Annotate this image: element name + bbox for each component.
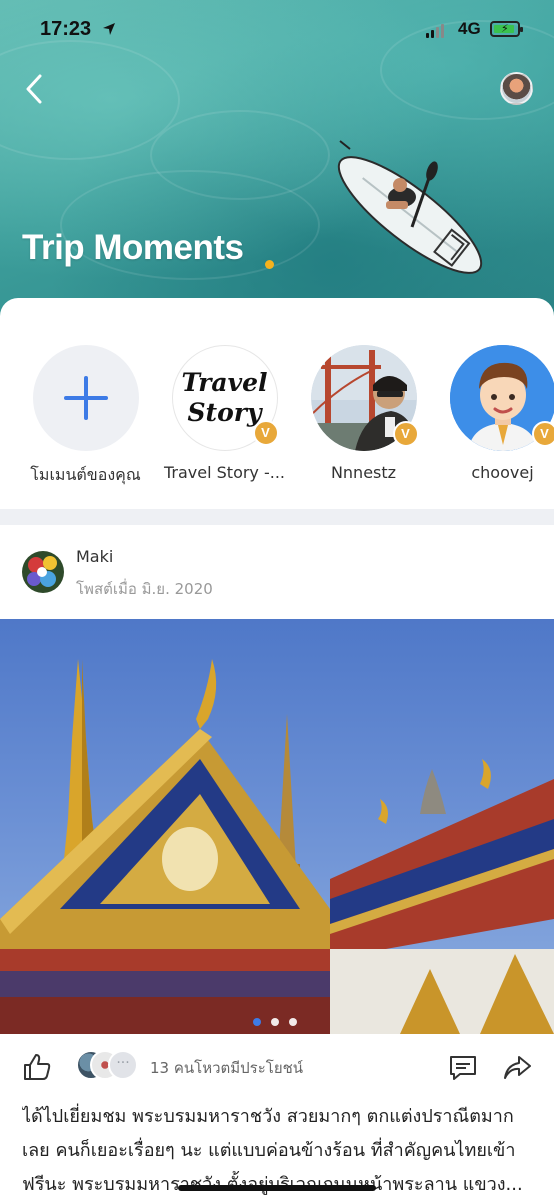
status-bar: 17:23 4G ⚡ xyxy=(0,0,554,60)
page-title: Trip Moments xyxy=(22,228,244,267)
author-avatar[interactable] xyxy=(22,551,64,593)
title-dot xyxy=(265,260,274,269)
stories-row[interactable]: โมเมนต์ของคุณ Travel Story V Travel Stor… xyxy=(0,345,554,495)
story-travel-story[interactable]: Travel Story V Travel Story -... xyxy=(157,345,292,482)
story-nnnestz[interactable]: V Nnnestz xyxy=(296,345,431,482)
vote-count-text: 13 คนโหวตมีประโยชน์ xyxy=(150,1059,304,1077)
pager-dot[interactable] xyxy=(271,1018,279,1026)
voter-avatars[interactable]: ··· xyxy=(76,1050,140,1082)
thumbs-up-icon[interactable] xyxy=(22,1052,52,1082)
post-actions: ··· 13 คนโหวตมีประโยชน์ xyxy=(0,1034,554,1096)
home-indicator[interactable] xyxy=(178,1185,376,1191)
signal-icon xyxy=(426,24,444,38)
network-label: 4G xyxy=(458,19,481,38)
choovej-avatar[interactable]: V xyxy=(449,345,554,451)
back-chevron-icon[interactable] xyxy=(18,70,52,108)
post-header: Maki โพสต์เมื่อ มิ.ย. 2020 xyxy=(0,525,554,619)
pager-dot[interactable] xyxy=(289,1018,297,1026)
story-add-moment[interactable]: โมเมนต์ของคุณ xyxy=(18,345,153,488)
comment-icon[interactable] xyxy=(448,1053,478,1083)
share-arrow-icon[interactable] xyxy=(502,1053,532,1083)
post-date: โพสต์เมื่อ มิ.ย. 2020 xyxy=(76,580,213,598)
status-time: 17:23 xyxy=(40,18,92,40)
post-body-line: ได้ไปเยี่ยมชม พระบรมมหาราชวัง สวยมากๆ ตก… xyxy=(22,1106,514,1127)
post-body-line: เลย คนก็เยอะเรื่อยๆ นะ แต่แบบค่อนข้างร้อ… xyxy=(22,1140,516,1161)
author-name[interactable]: Maki xyxy=(76,547,113,566)
verified-badge-icon: V xyxy=(252,420,279,446)
paddleboard-image xyxy=(337,140,483,274)
travel-logo-line2: Story xyxy=(187,398,262,427)
travel-story-avatar[interactable]: Travel Story V xyxy=(171,345,279,451)
user-avatar[interactable] xyxy=(500,72,533,105)
battery-icon: ⚡ xyxy=(490,21,523,37)
nnnestz-avatar[interactable]: V xyxy=(310,345,419,451)
grand-palace-photo xyxy=(0,659,554,1034)
location-arrow-icon xyxy=(103,23,115,35)
pager-dot-active[interactable] xyxy=(253,1018,261,1026)
story-choovej[interactable]: V choovej xyxy=(435,345,554,482)
verified-badge-icon: V xyxy=(392,421,419,447)
story-label: Travel Story -... xyxy=(163,463,286,482)
story-label: Nnnestz xyxy=(330,463,397,482)
image-pager[interactable] xyxy=(253,1018,297,1026)
post-body-line: ฟรีนะ พระบรมมหาราชวัง ตั้งอยู่บริเวณถนนห… xyxy=(22,1174,523,1195)
more-voters-icon: ··· xyxy=(108,1050,138,1080)
hero-banner: 17:23 4G ⚡ Trip Moments xyxy=(0,0,554,330)
story-label: โมเมนต์ของคุณ xyxy=(30,465,141,484)
add-moment-circle[interactable] xyxy=(32,345,139,451)
travel-logo-line1: Travel xyxy=(181,368,268,397)
post-image[interactable] xyxy=(0,619,554,1034)
verified-badge-icon: V xyxy=(531,421,554,447)
story-label: choovej xyxy=(471,463,534,482)
section-divider xyxy=(0,509,554,525)
